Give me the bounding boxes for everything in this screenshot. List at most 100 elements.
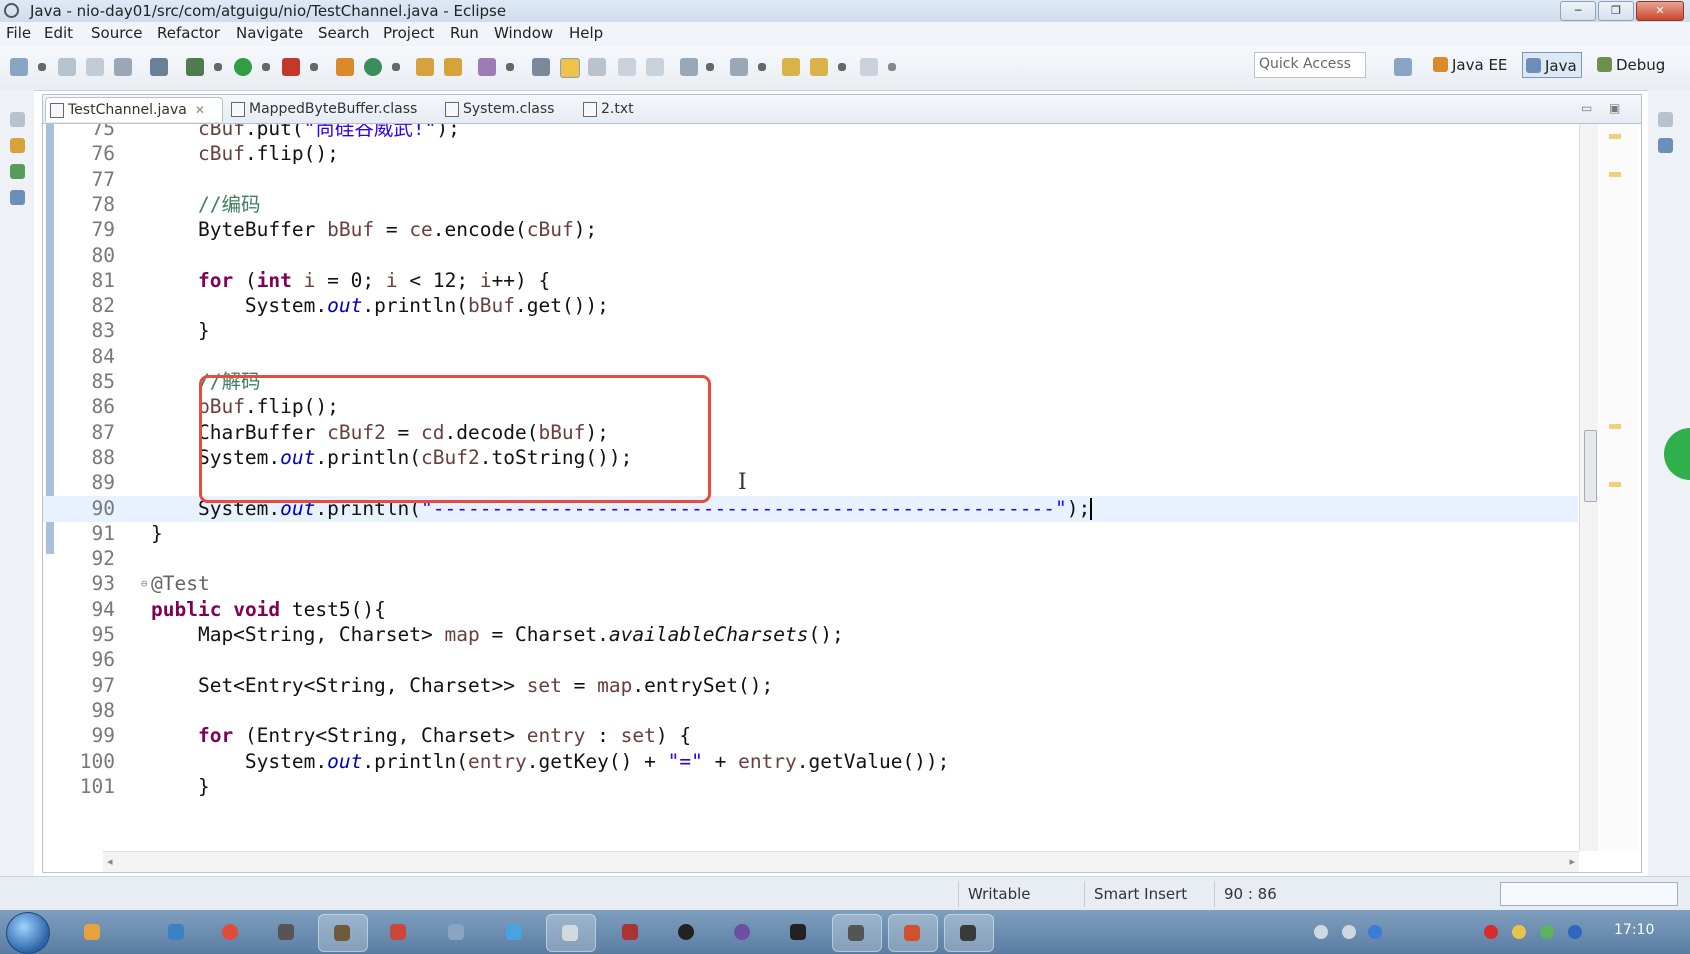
- fold-icon[interactable]: ⊖: [141, 571, 148, 597]
- code-line[interactable]: 96: [43, 647, 1578, 673]
- code-line[interactable]: 91}: [43, 521, 1578, 547]
- menu-run[interactable]: Run: [450, 24, 479, 42]
- code-line[interactable]: 95 Map<String, Charset> map = Charset.av…: [43, 622, 1578, 648]
- type-hierarchy-icon[interactable]: [10, 164, 25, 179]
- previous-annotation-icon[interactable]: [730, 58, 748, 76]
- menu-window[interactable]: Window: [494, 24, 553, 42]
- code-text[interactable]: //编码: [151, 192, 261, 218]
- taskbar-app-active[interactable]: [546, 914, 596, 952]
- chevron-down-icon[interactable]: [262, 63, 270, 71]
- quick-access-input[interactable]: Quick Access: [1254, 52, 1366, 78]
- restore-button[interactable]: ❐: [1598, 1, 1634, 21]
- code-text[interactable]: @Test: [151, 571, 210, 597]
- search-icon[interactable]: [478, 58, 496, 76]
- code-line[interactable]: 79 ByteBuffer bBuf = ce.encode(cBuf);: [43, 217, 1578, 243]
- tab-2-txt[interactable]: 2.txt: [579, 97, 659, 122]
- code-line[interactable]: 94 public void test5(){: [43, 597, 1578, 623]
- taskbar-app[interactable]: [670, 916, 702, 948]
- help-icon[interactable]: [1368, 925, 1382, 939]
- taskbar-app[interactable]: [440, 916, 472, 948]
- mark-occurrences-icon[interactable]: [560, 58, 580, 78]
- menu-navigate[interactable]: Navigate: [236, 24, 303, 42]
- tray-icon[interactable]: [1540, 925, 1554, 939]
- chevron-down-icon[interactable]: [392, 63, 400, 71]
- close-button[interactable]: ✕: [1636, 1, 1684, 21]
- debug-icon[interactable]: [186, 58, 204, 76]
- menu-refactor[interactable]: Refactor: [157, 24, 220, 42]
- taskbar-app[interactable]: [76, 916, 108, 948]
- word-wrap-icon[interactable]: [618, 58, 636, 76]
- scroll-left-icon[interactable]: ◂: [107, 855, 113, 868]
- new-package-icon[interactable]: [364, 58, 382, 76]
- chevron-down-icon[interactable]: [38, 63, 46, 71]
- menu-source[interactable]: Source: [91, 24, 143, 42]
- show-whitespace-icon[interactable]: [646, 58, 664, 76]
- code-text[interactable]: System.out.println(entry.getKey() + "=" …: [151, 749, 950, 775]
- menu-search[interactable]: Search: [318, 24, 370, 42]
- code-text[interactable]: for (int i = 0; i < 12; i++) {: [151, 268, 550, 294]
- restore-icon[interactable]: [10, 112, 25, 127]
- menu-edit[interactable]: Edit: [44, 24, 73, 42]
- overview-marker[interactable]: [1609, 424, 1621, 429]
- code-line[interactable]: 99 for (Entry<String, Charset> entry : s…: [43, 723, 1578, 749]
- taskbar-app[interactable]: [160, 916, 192, 948]
- taskbar-app[interactable]: [726, 916, 758, 948]
- code-line[interactable]: 93 @Test ⊖: [43, 571, 1578, 597]
- taskbar-app[interactable]: [214, 916, 246, 948]
- taskbar-app-active[interactable]: [318, 914, 368, 952]
- back-icon[interactable]: [810, 58, 828, 76]
- print-icon[interactable]: [114, 58, 132, 76]
- next-annotation-icon[interactable]: [680, 58, 698, 76]
- code-line[interactable]: 83 }: [43, 318, 1578, 344]
- open-type-icon[interactable]: [416, 58, 434, 76]
- overview-marker[interactable]: [1609, 134, 1621, 139]
- code-text[interactable]: public void test5(){: [151, 597, 386, 623]
- tray-icon[interactable]: [1342, 925, 1356, 939]
- taskbar-clock[interactable]: 17:10: [1614, 922, 1654, 938]
- code-text[interactable]: System.out.println(bBuf.get());: [151, 293, 609, 319]
- taskbar-app[interactable]: [270, 916, 302, 948]
- code-text[interactable]: for (Entry<String, Charset> entry : set)…: [151, 723, 691, 749]
- code-line[interactable]: 100 System.out.println(entry.getKey() + …: [43, 749, 1578, 775]
- taskbar-app-active[interactable]: [832, 914, 882, 952]
- menu-help[interactable]: Help: [569, 24, 603, 42]
- save-icon[interactable]: [58, 58, 76, 76]
- tray-icon[interactable]: [1512, 925, 1526, 939]
- chevron-down-icon[interactable]: [758, 63, 766, 71]
- restore-icon[interactable]: [1658, 112, 1673, 127]
- chevron-down-icon[interactable]: [214, 63, 222, 71]
- chevron-down-icon[interactable]: [706, 63, 714, 71]
- menu-project[interactable]: Project: [383, 24, 434, 42]
- run-icon[interactable]: [234, 58, 252, 76]
- code-text[interactable]: }: [151, 521, 163, 547]
- tab-testchannel-java[interactable]: TestChannel.java ✕: [45, 97, 223, 122]
- overview-marker[interactable]: [1609, 172, 1621, 177]
- chevron-down-icon[interactable]: [838, 63, 846, 71]
- maximize-editor-icon[interactable]: ▣: [1609, 101, 1620, 115]
- vertical-scrollbar[interactable]: [1579, 124, 1598, 851]
- taskbar-app[interactable]: [382, 916, 414, 948]
- open-perspective-icon[interactable]: [1394, 58, 1412, 76]
- annotation-icon[interactable]: [532, 58, 550, 76]
- task-list-icon[interactable]: [1658, 138, 1673, 153]
- bluetooth-icon[interactable]: [1568, 925, 1582, 939]
- chevron-down-icon[interactable]: [310, 63, 318, 71]
- code-line[interactable]: 97 Set<Entry<String, Charset>> set = map…: [43, 673, 1578, 699]
- last-edit-icon[interactable]: [782, 58, 800, 76]
- start-button[interactable]: [6, 912, 50, 954]
- code-text[interactable]: Map<String, Charset> map = Charset.avail…: [151, 622, 844, 648]
- open-folder-icon[interactable]: [444, 58, 462, 76]
- forward-icon[interactable]: [860, 58, 878, 76]
- tray-icon[interactable]: [1314, 925, 1328, 939]
- code-line[interactable]: 75 cBuf.put("尚硅谷威武!");: [43, 124, 1578, 142]
- perspective-debug[interactable]: Debug: [1594, 52, 1669, 78]
- overview-marker[interactable]: [1609, 482, 1621, 487]
- code-text[interactable]: cBuf.put("尚硅谷威武!");: [151, 124, 460, 142]
- perspective-java-ee[interactable]: Java EE: [1430, 52, 1511, 78]
- code-line[interactable]: 101 }: [43, 774, 1578, 800]
- scroll-right-icon[interactable]: ▸: [1569, 855, 1575, 868]
- minimize-editor-icon[interactable]: ▭: [1581, 101, 1592, 115]
- code-line[interactable]: 92: [43, 546, 1578, 572]
- tray-icon[interactable]: [1484, 925, 1498, 939]
- taskbar-app[interactable]: [782, 916, 814, 948]
